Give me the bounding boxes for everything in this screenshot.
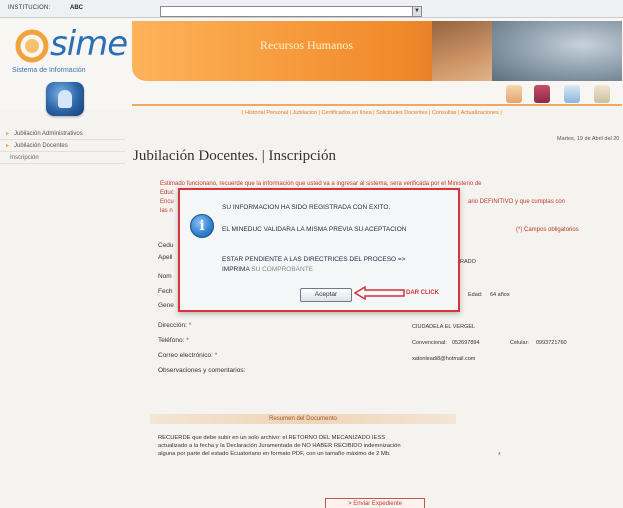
sidebar-item-label: Jubilación Docentes [14, 143, 68, 149]
tools-icon[interactable] [594, 85, 610, 103]
dialog-message-2: EL MINEDUC VALIDARA LA MISMA PREVIA SU A… [222, 226, 407, 233]
person-icon[interactable] [506, 85, 522, 103]
estado-value: RADO [460, 259, 476, 265]
observaciones-label: Observaciones y comentarios: [158, 367, 246, 374]
correo-label: Correo electrónico: * [158, 352, 217, 359]
click-annotation: DAR CLICK [406, 290, 439, 296]
banner-photo [492, 21, 622, 81]
institution-value: ABC [70, 5, 83, 11]
apellido-label: Apell [158, 254, 173, 261]
email-value[interactable]: xatonleadi8@hotmail.com [412, 356, 475, 362]
required-marker: * [184, 337, 189, 344]
user-avatar[interactable] [46, 82, 84, 116]
send-file-button[interactable]: > Enviar Expediente [325, 498, 425, 508]
accept-button[interactable]: Aceptar [300, 288, 352, 302]
required-marker: * [212, 352, 218, 359]
summary-text: RECUERDE que debe subir en un solo archi… [158, 435, 401, 457]
header-banner: Recursos Humanos [132, 21, 622, 81]
dialog-receipt-label: SU COMPROBANTE [251, 266, 314, 273]
chevron-down-icon[interactable]: ▼ [412, 7, 421, 16]
direccion-label-text: Dirección: [158, 322, 187, 329]
cedula-label: Cedu [158, 242, 174, 249]
nombre-label: Nom [158, 273, 172, 280]
page-title: Jubilación Docentes. | Inscripción [133, 148, 336, 164]
required-fields-note: (*) Campos obligatorios [516, 227, 579, 233]
header: sime Sistema de Información Recursos Hum… [0, 18, 623, 110]
header-divider [132, 104, 622, 106]
top-nav-links[interactable]: | Historial Personal | Jubilacion | Cert… [242, 110, 502, 116]
logo-text: sime [50, 24, 128, 64]
dialog-print-label: IMPRIMA [222, 266, 250, 273]
sidebar-item-label: Jubilación Administrativos [14, 131, 83, 137]
banner-photo-person [432, 21, 492, 81]
edad-value: 64 años [490, 292, 510, 298]
direccion-label: Dirección: * [158, 322, 191, 329]
celular-value[interactable]: 0993721760 [536, 340, 567, 346]
warning-line-3-right: ario DEFINITIVO y que cumplas con [468, 199, 566, 205]
logo-swirl-icon [15, 29, 49, 63]
sidebar-item-label: Inscripción [10, 155, 39, 161]
dialog-message-4: IMPRIMA SU COMPROBANTE [222, 266, 313, 273]
institution-select[interactable]: ▼ [160, 6, 422, 17]
convencional-label: Convencional: [412, 340, 447, 346]
warning-line-3-left: Encu [160, 199, 174, 205]
summary-heading: Resumen del Documento [150, 414, 456, 424]
dialog-message-1: SU INFORMACION HA SIDO REGISTRADA CON EX… [222, 204, 391, 211]
dialog-message-3: ESTAR PENDIENTE A LAS DIRECTRICES DEL PR… [222, 256, 406, 263]
sidebar-item-inscripcion[interactable]: Inscripción [0, 152, 125, 164]
current-date: Martes, 19 de Abril del 20 [557, 136, 620, 142]
required-marker: * [498, 452, 501, 459]
telefono-label: Teléfono: * [158, 337, 189, 344]
celular-label: Celular: [510, 340, 529, 346]
required-marker: * [186, 322, 192, 329]
logo-subtitle: Sistema de Información [12, 67, 86, 74]
document-icon[interactable] [564, 85, 580, 103]
top-bar: INSTITUCION: ABC ▼ [0, 0, 623, 18]
bullet-icon: ▸ [6, 131, 10, 137]
sidebar: ▸ Jubilación Administrativos ▸ Jubilació… [0, 128, 125, 164]
sidebar-item-jubilacion-docentes[interactable]: ▸ Jubilación Docentes [0, 140, 125, 152]
gift-icon[interactable] [534, 85, 550, 103]
edad-label: Edad: [468, 292, 483, 298]
bullet-icon: ▸ [6, 143, 10, 149]
info-icon: i [190, 214, 214, 238]
genero-label: Gene [158, 302, 174, 309]
sidebar-item-jubilacion-administrativos[interactable]: ▸ Jubilación Administrativos [0, 128, 125, 140]
banner-title: Recursos Humanos [260, 38, 353, 52]
convencional-value[interactable]: 052697894 [452, 340, 480, 346]
correo-label-text: Correo electrónico: [158, 352, 213, 359]
fecha-label: Fech [158, 288, 173, 295]
institution-label: INSTITUCION: [8, 5, 51, 11]
direccion-value[interactable]: CIUDADELA EL VERGEL [412, 324, 475, 330]
red-arrow-icon [354, 286, 405, 300]
telefono-label-text: Teléfono: [158, 337, 185, 344]
info-icon-glyph: i [199, 218, 205, 234]
logo[interactable]: sime Sistema de Información [8, 24, 138, 76]
